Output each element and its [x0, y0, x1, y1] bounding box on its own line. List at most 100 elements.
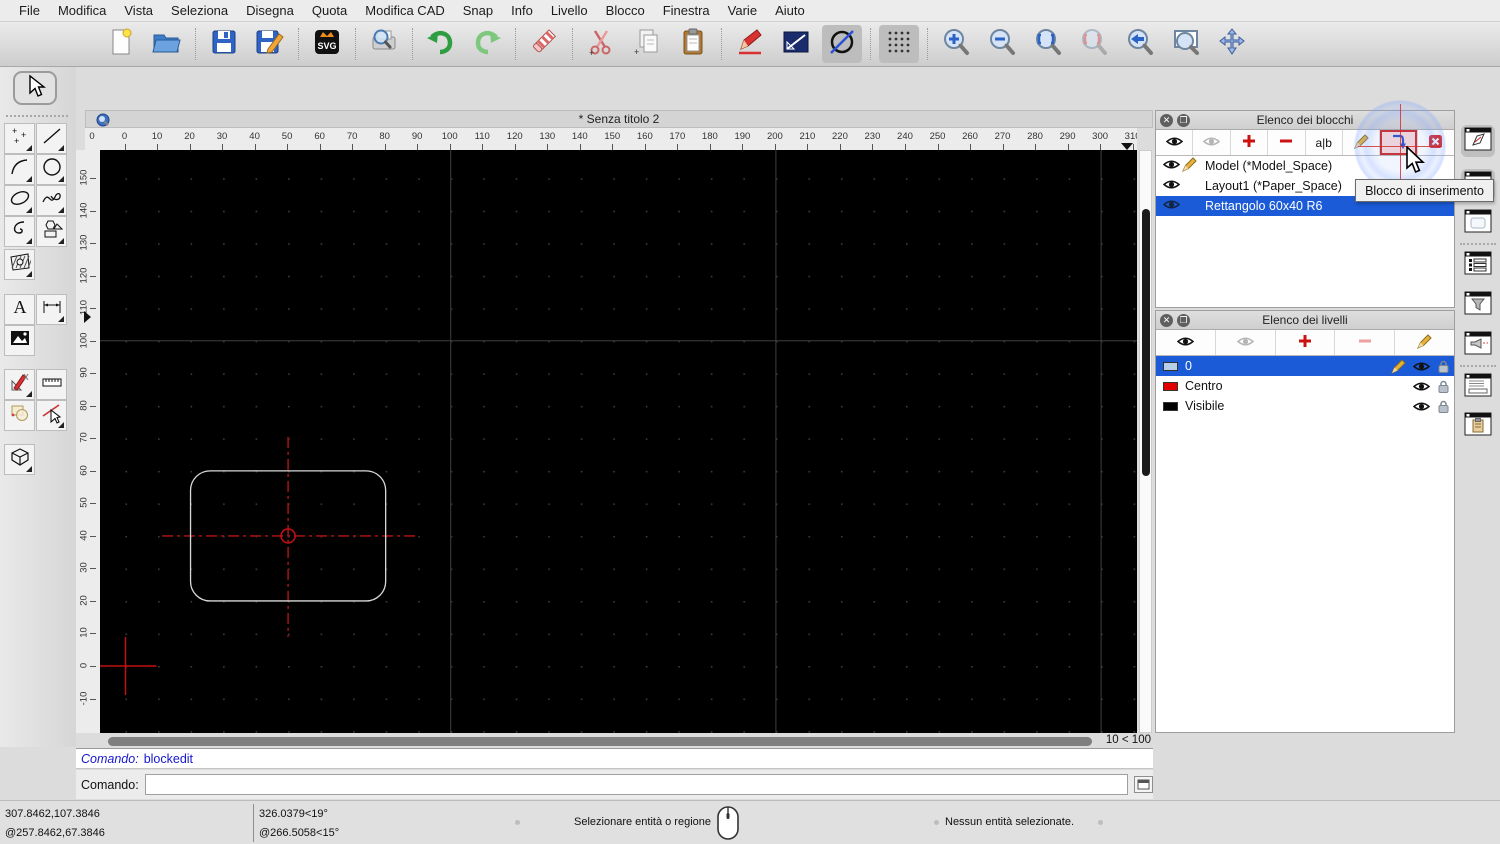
- minus-dis-button[interactable]: [1335, 330, 1395, 355]
- paste-button[interactable]: [673, 25, 713, 63]
- tool-ellipse[interactable]: [4, 185, 35, 216]
- menu-info[interactable]: Info: [502, 3, 542, 18]
- palette-drag-handle[interactable]: [6, 115, 68, 117]
- tool-modify[interactable]: [4, 369, 35, 400]
- circle-slash-button[interactable]: [822, 25, 862, 63]
- menu-modifica-cad[interactable]: Modifica CAD: [356, 3, 453, 18]
- tool-line[interactable]: [36, 123, 67, 154]
- menu-vista[interactable]: Vista: [115, 3, 162, 18]
- tool-block[interactable]: [4, 400, 35, 431]
- menu-livello[interactable]: Livello: [542, 3, 597, 18]
- lock-icon[interactable]: [1438, 400, 1449, 413]
- plus-button[interactable]: [1276, 330, 1336, 355]
- drawing-canvas[interactable]: [100, 150, 1137, 733]
- menu-seleziona[interactable]: Seleziona: [162, 3, 237, 18]
- export-svg-button[interactable]: SVG: [307, 25, 347, 63]
- eye-icon[interactable]: [1413, 401, 1430, 412]
- print-preview-button[interactable]: [364, 25, 404, 63]
- menu-aiuto[interactable]: Aiuto: [766, 3, 814, 18]
- vertical-scrollbar-thumb[interactable]: [1142, 209, 1150, 476]
- tool-deselect[interactable]: [36, 400, 67, 431]
- tool-measure[interactable]: [36, 369, 67, 400]
- eye-button[interactable]: [1156, 130, 1193, 155]
- eye-icon[interactable]: [1163, 199, 1180, 213]
- cut-button[interactable]: +: [581, 25, 621, 63]
- horizontal-scrollbar-thumb[interactable]: [108, 737, 1092, 746]
- menu-varie[interactable]: Varie: [719, 3, 766, 18]
- zoom-pan-button[interactable]: [1212, 25, 1252, 63]
- menu-modifica[interactable]: Modifica: [49, 3, 115, 18]
- zoom-previous-button[interactable]: [1120, 25, 1160, 63]
- horizontal-scrollbar[interactable]: 10 < 100: [85, 734, 1153, 749]
- pencil-button[interactable]: [1395, 330, 1454, 355]
- dock-toggle-preview[interactable]: [1461, 207, 1495, 239]
- draw-pencil-button[interactable]: [730, 25, 770, 63]
- tool-arc[interactable]: [4, 154, 35, 185]
- zoom-out-button[interactable]: [982, 25, 1022, 63]
- dock-toggle-plugin[interactable]: [1461, 329, 1495, 361]
- menu-snap[interactable]: Snap: [454, 3, 502, 18]
- dock-toggle-command-window[interactable]: [1461, 371, 1495, 403]
- selection-arrow-button[interactable]: [13, 71, 57, 105]
- open-folder-button[interactable]: [147, 25, 187, 63]
- menu-blocco[interactable]: Blocco: [597, 3, 654, 18]
- vertical-scrollbar[interactable]: [1139, 150, 1152, 733]
- redo-button[interactable]: [467, 25, 507, 63]
- menu-finestra[interactable]: Finestra: [654, 3, 719, 18]
- float-icon[interactable]: ❐: [1177, 314, 1190, 327]
- close-icon[interactable]: ✕: [1160, 314, 1173, 327]
- command-options-button[interactable]: [1134, 776, 1153, 793]
- tool-circle[interactable]: [36, 154, 67, 185]
- zoom-select-button[interactable]: [1074, 25, 1114, 63]
- float-icon[interactable]: ❐: [1177, 114, 1190, 127]
- save-as-button[interactable]: [250, 25, 290, 63]
- lock-icon[interactable]: [1438, 360, 1449, 373]
- eye-grey-button[interactable]: [1216, 330, 1276, 355]
- tool-spline[interactable]: [36, 185, 67, 216]
- dock-toggle-clipboard-window[interactable]: [1461, 410, 1495, 442]
- tool-hatch[interactable]: [4, 249, 35, 280]
- menu-disegna[interactable]: Disegna: [237, 3, 303, 18]
- zoom-window-button[interactable]: [1166, 25, 1206, 63]
- drawing-window-titlebar[interactable]: * Senza titolo 2: [85, 110, 1153, 128]
- tool-polyline[interactable]: [4, 216, 35, 247]
- eye-grey-button[interactable]: [1193, 130, 1230, 155]
- tool-shapes[interactable]: [36, 216, 67, 247]
- layer-row[interactable]: Centro: [1156, 376, 1454, 396]
- undo-button[interactable]: [421, 25, 461, 63]
- layer-row[interactable]: 0: [1156, 356, 1454, 376]
- menu-quota[interactable]: Quota: [303, 3, 356, 18]
- tool-points[interactable]: +++: [4, 123, 35, 154]
- tool-image[interactable]: [4, 325, 35, 356]
- minus-button[interactable]: [1268, 130, 1305, 155]
- grid-toggle-button[interactable]: [879, 25, 919, 63]
- plus-button[interactable]: [1231, 130, 1268, 155]
- dock-toggle-layer-windows[interactable]: [1461, 249, 1495, 281]
- eye-icon[interactable]: [1413, 381, 1430, 392]
- line-tool-button[interactable]: [776, 25, 816, 63]
- eye-icon[interactable]: [1163, 159, 1180, 173]
- command-input[interactable]: [145, 774, 1128, 795]
- strip-separator: [1460, 365, 1496, 367]
- menu-file[interactable]: File: [10, 3, 49, 18]
- tool-box3d[interactable]: [4, 444, 35, 475]
- eye-button[interactable]: [1156, 330, 1216, 355]
- lock-icon[interactable]: [1438, 380, 1449, 393]
- dock-toggle-block-edit[interactable]: [1461, 125, 1495, 157]
- erase-button[interactable]: [524, 25, 564, 63]
- eye-icon[interactable]: [1163, 179, 1180, 193]
- dock-toggle-filter[interactable]: [1461, 289, 1495, 321]
- save-button[interactable]: [204, 25, 244, 63]
- layer-row[interactable]: Visibile: [1156, 396, 1454, 416]
- rename-button[interactable]: a|b: [1306, 130, 1343, 155]
- new-document-button[interactable]: [101, 25, 141, 63]
- tool-text[interactable]: A: [4, 294, 35, 325]
- pencil-button[interactable]: [1343, 130, 1380, 155]
- eye-grey-icon: [1237, 336, 1254, 350]
- eye-icon[interactable]: [1413, 361, 1430, 372]
- tool-dimension[interactable]: [36, 294, 67, 325]
- zoom-in-button[interactable]: [936, 25, 976, 63]
- zoom-auto-button[interactable]: [1028, 25, 1068, 63]
- copy-button[interactable]: +: [627, 25, 667, 63]
- close-icon[interactable]: ✕: [1160, 114, 1173, 127]
